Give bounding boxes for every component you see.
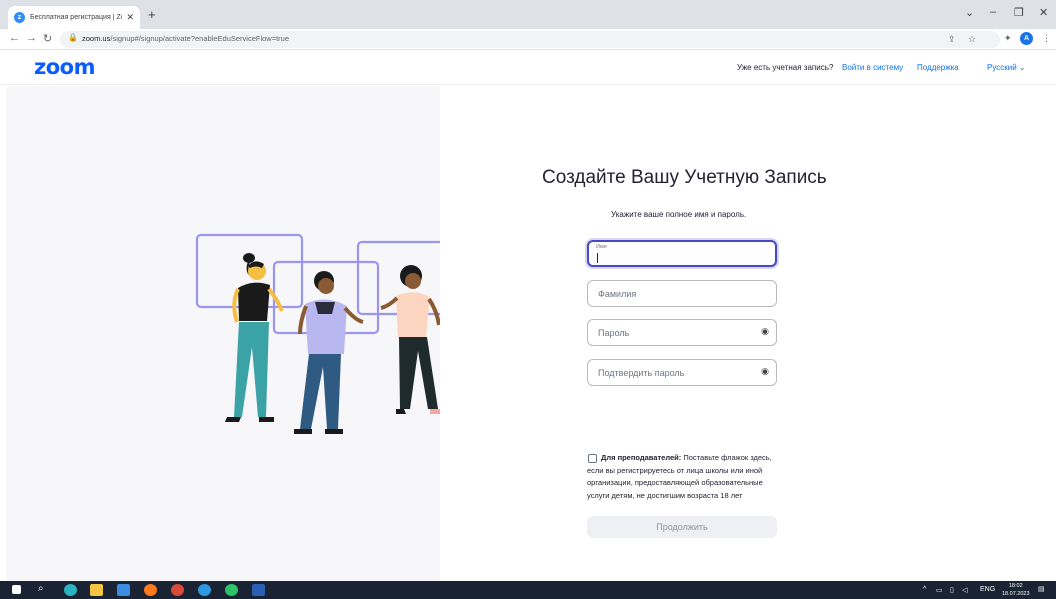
- support-link[interactable]: Поддержка: [917, 63, 959, 72]
- illustration-panel: [6, 86, 465, 581]
- last-name-placeholder: Фамилия: [598, 289, 637, 299]
- tab-search-icon[interactable]: ⌄: [965, 6, 974, 19]
- battery-icon[interactable]: ▯: [950, 586, 954, 594]
- clock-time: 18:02: [1008, 583, 1023, 589]
- show-password-eye-icon[interactable]: ◉: [761, 326, 769, 337]
- continue-button[interactable]: Продолжить: [587, 516, 777, 538]
- minimize-icon[interactable]: –: [990, 6, 996, 18]
- firefox-icon[interactable]: [144, 584, 157, 596]
- bookmark-star-icon[interactable]: ☆: [968, 34, 976, 45]
- browser-toolbar: ← → ↻ 🔒 zoom.us/signup#/signup/activate?…: [0, 29, 1056, 50]
- browser-tab[interactable]: z Бесплатная регистрация | Zoom ✕: [8, 6, 140, 29]
- text-caret: [597, 253, 598, 263]
- chrome-icon[interactable]: [171, 584, 184, 596]
- first-name-label: Имя: [596, 244, 607, 250]
- language-indicator[interactable]: ENG: [980, 586, 995, 593]
- show-confirm-password-eye-icon[interactable]: ◉: [761, 366, 769, 377]
- tab-title: Бесплатная регистрация | Zoom: [30, 14, 122, 21]
- system-clock[interactable]: 18:02 18.07.2023: [1002, 582, 1030, 598]
- people-illustration: [195, 233, 465, 434]
- forward-icon[interactable]: →: [26, 32, 37, 44]
- extensions-icon[interactable]: ✦: [1004, 33, 1012, 44]
- file-explorer-icon[interactable]: [90, 584, 103, 596]
- telegram-icon[interactable]: [198, 584, 211, 596]
- page-title: Создайте Вашу Учетную Запись: [542, 167, 827, 188]
- url-path: /signup#/signup/activate?enableEduServic…: [110, 34, 290, 43]
- first-name-field[interactable]: Имя: [587, 240, 777, 267]
- reload-icon[interactable]: ↻: [43, 32, 52, 45]
- person-right-figure: [380, 265, 450, 414]
- edge-browser-icon[interactable]: [64, 584, 77, 596]
- address-bar[interactable]: 🔒 zoom.us/signup#/signup/activate?enable…: [60, 31, 1000, 48]
- word-icon[interactable]: [252, 584, 265, 596]
- back-icon[interactable]: ←: [9, 32, 20, 44]
- share-icon[interactable]: ⇪: [948, 34, 956, 45]
- windows-start-icon[interactable]: [12, 585, 21, 594]
- page: zoom Уже есть учетная запись? Войти в си…: [0, 51, 1056, 581]
- new-tab-button[interactable]: +: [148, 7, 156, 22]
- lock-icon: 🔒: [68, 33, 78, 42]
- mail-icon[interactable]: [117, 584, 130, 596]
- password-placeholder: Пароль: [598, 328, 630, 338]
- educator-label-bold: Для преподавателей:: [601, 453, 682, 462]
- signup-form: Создайте Вашу Учетную Запись Укажите ваш…: [440, 86, 1056, 581]
- clock-date: 18.07.2023: [1002, 591, 1030, 597]
- form-subtitle: Укажите ваше полное имя и пароль.: [611, 210, 747, 219]
- menu-kebab-icon[interactable]: ⋮: [1042, 33, 1051, 44]
- tray-chevron-icon[interactable]: ^: [923, 586, 926, 593]
- site-header: zoom Уже есть учетная запись? Войти в си…: [0, 51, 1056, 85]
- last-name-field[interactable]: Фамилия: [587, 280, 777, 307]
- person-middle-figure: [294, 271, 364, 434]
- volume-icon[interactable]: ◁: [962, 586, 967, 594]
- url-host: zoom.us: [82, 34, 111, 43]
- confirm-password-field[interactable]: Подтвердить пароль ◉: [587, 359, 777, 386]
- restore-icon[interactable]: ❐: [1014, 6, 1024, 19]
- zoom-logo[interactable]: zoom: [34, 55, 95, 79]
- windows-taskbar: ⌕ ^ ▭ ▯ ◁ ENG 18:02 18.07.2023 ▤: [0, 581, 1056, 599]
- educator-checkbox-label: Для преподавателей: Поставьте флажок зде…: [587, 452, 783, 502]
- tab-close-icon[interactable]: ✕: [126, 12, 134, 23]
- close-window-icon[interactable]: ✕: [1039, 6, 1048, 19]
- zoom-favicon-icon: z: [14, 12, 25, 23]
- notifications-icon[interactable]: ▤: [1038, 585, 1045, 593]
- have-account-text: Уже есть учетная запись?: [737, 63, 834, 72]
- search-icon[interactable]: ⌕: [38, 583, 44, 594]
- confirm-password-placeholder: Подтвердить пароль: [598, 368, 685, 378]
- educator-checkbox[interactable]: [588, 454, 597, 463]
- network-icon[interactable]: ▭: [936, 586, 943, 594]
- login-link[interactable]: Войти в систему: [842, 63, 903, 72]
- language-selector[interactable]: Русский ⌄: [987, 63, 1026, 72]
- profile-avatar[interactable]: A: [1020, 32, 1033, 45]
- browser-tab-strip: z Бесплатная регистрация | Zoom ✕ + ⌄ – …: [0, 0, 1056, 29]
- whatsapp-icon[interactable]: [225, 584, 238, 596]
- password-field[interactable]: Пароль ◉: [587, 319, 777, 346]
